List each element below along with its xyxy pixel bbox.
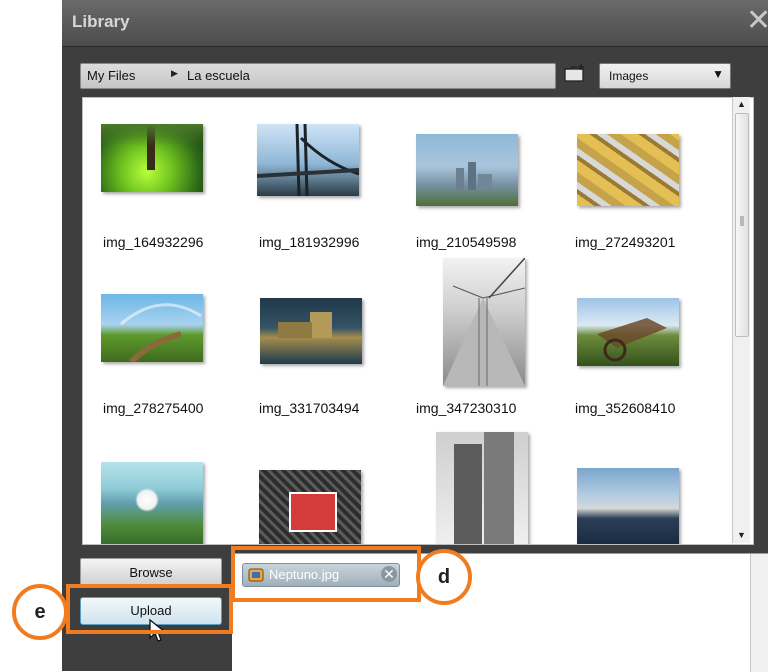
callout-e-highlight xyxy=(66,584,233,634)
breadcrumb-item-my-files[interactable]: My Files xyxy=(87,68,135,83)
callout-d-highlight xyxy=(231,546,421,602)
image-label: img_181932996 xyxy=(259,234,360,250)
vertical-scrollbar[interactable]: ▲ ▼ xyxy=(732,97,750,543)
upload-queue-scrollbar[interactable] xyxy=(750,554,768,672)
image-thumbnail[interactable] xyxy=(259,470,361,544)
breadcrumb-item-la-escuela[interactable]: La escuela xyxy=(187,68,250,83)
image-thumbnail[interactable] xyxy=(101,462,203,544)
browse-button[interactable]: Browse xyxy=(80,558,222,587)
image-label: img_210549598 xyxy=(416,234,517,250)
image-thumbnail[interactable] xyxy=(577,298,679,366)
image-thumbnail[interactable] xyxy=(443,258,525,386)
image-label: img_331703494 xyxy=(259,400,360,416)
image-label: img_347230310 xyxy=(416,400,517,416)
image-thumbnail[interactable] xyxy=(260,298,362,364)
scroll-grip-icon xyxy=(740,216,744,226)
file-type-value: Images xyxy=(609,69,649,83)
callout-d-badge: d xyxy=(416,549,472,605)
breadcrumb-separator-icon: ▶ xyxy=(171,68,178,78)
file-type-select[interactable]: Images ▼ xyxy=(599,63,731,89)
image-label: img_164932296 xyxy=(103,234,204,250)
scroll-down-icon[interactable]: ▼ xyxy=(733,528,750,543)
image-thumbnail[interactable] xyxy=(577,134,679,206)
new-folder-button[interactable] xyxy=(562,62,588,86)
image-thumbnail[interactable] xyxy=(257,124,359,196)
image-thumbnail[interactable] xyxy=(101,124,203,192)
window-title: Library xyxy=(72,12,130,31)
image-label: img_352608410 xyxy=(575,400,676,416)
image-label: img_278275400 xyxy=(103,400,204,416)
close-icon[interactable]: ✕ xyxy=(746,6,768,36)
callout-e-badge: e xyxy=(12,584,68,640)
title-bar: Library ✕ xyxy=(62,0,768,47)
image-label: img_272493201 xyxy=(575,234,676,250)
image-thumbnail[interactable] xyxy=(577,468,679,544)
new-folder-icon xyxy=(564,64,584,82)
chevron-down-icon: ▼ xyxy=(712,67,724,81)
image-thumbnail[interactable] xyxy=(416,134,518,206)
scrollbar-thumb[interactable] xyxy=(735,113,749,337)
image-thumbnail[interactable] xyxy=(101,294,203,362)
breadcrumb: My Files ▶ La escuela xyxy=(80,63,556,89)
image-thumbnail[interactable] xyxy=(436,432,528,544)
scroll-up-icon[interactable]: ▲ xyxy=(733,97,750,112)
image-grid: img_164932296 img_181932996 img_21054959… xyxy=(82,97,754,545)
